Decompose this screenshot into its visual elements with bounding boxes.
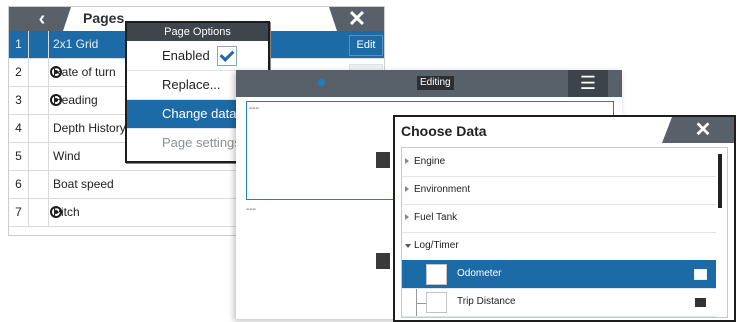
close-icon[interactable]: ✕ (662, 117, 734, 143)
checkmark-checkbox[interactable] (217, 46, 237, 66)
scrollbar[interactable] (718, 154, 722, 208)
page-row-icon-cell (28, 143, 49, 170)
page-row-number: 1 (9, 31, 29, 58)
page-row-icon-cell (28, 171, 49, 198)
tree-item-engine[interactable]: Engine (402, 148, 716, 177)
menu-item-label: Replace... (162, 77, 221, 92)
expand-arrow-icon[interactable] (405, 158, 409, 164)
tree-item-log-timer[interactable]: Log/Timer (402, 232, 716, 261)
tree-item-trip-distance[interactable]: Trip Distance (402, 288, 716, 317)
page-row-number: 5 (9, 143, 29, 170)
choose-data-dialog: Choose Data ✕ Engine Environment Fuel Ta… (393, 115, 736, 322)
tree-item-label: Odometer (457, 268, 502, 279)
data-field-2-value: --- (246, 204, 256, 215)
editing-title: Editing (417, 76, 454, 90)
page-row-label: Depth History (53, 121, 126, 135)
field-handle[interactable] (376, 253, 390, 269)
tree-item-label: Log/Timer (414, 240, 459, 251)
item-options-icon[interactable] (694, 269, 707, 280)
page-row-number: 7 (9, 199, 29, 226)
page-row-label: Pitch (53, 205, 80, 219)
page-row-label: Boat speed (53, 177, 114, 191)
editing-header: Editing ☰ (236, 70, 622, 97)
menu-item-label: Change data... (162, 106, 248, 121)
tree-item-fuel-tank[interactable]: Fuel Tank (402, 204, 716, 233)
pages-title: Pages (83, 10, 125, 26)
page-row-icon-cell (28, 59, 62, 86)
page-row-icon-cell (28, 199, 62, 226)
data-tree-list[interactable]: Engine Environment Fuel Tank Log/Timer O… (401, 147, 728, 318)
page-row-label: Wind (53, 149, 81, 163)
choose-data-title: Choose Data (401, 123, 487, 139)
page-row-icon-cell (28, 115, 49, 142)
menu-item-label: Enabled (162, 48, 210, 63)
page-row-icon-cell (28, 87, 62, 114)
item-preview-box (426, 292, 447, 313)
tree-item-environment[interactable]: Environment (402, 176, 716, 205)
page-row-number: 3 (9, 87, 29, 114)
page-row-number: 2 (9, 59, 29, 86)
tree-item-label: Trip Distance (457, 296, 516, 307)
tree-item-label: Engine (414, 156, 446, 167)
choose-data-header: Choose Data ✕ (395, 117, 734, 145)
tree-item-label: Fuel Tank (414, 212, 458, 223)
edit-button[interactable]: Edit (349, 35, 383, 56)
menu-item-enabled[interactable]: Enabled (127, 42, 268, 71)
item-preview-box (426, 264, 447, 285)
expand-arrow-icon[interactable] (405, 186, 409, 192)
page-row-label: Heading (53, 93, 98, 107)
close-icon[interactable]: ✕ (344, 7, 370, 31)
tree-item-label: Environment (414, 184, 471, 195)
field-handle[interactable] (376, 152, 390, 168)
page-options-title: Page Options (127, 23, 268, 41)
chevron-left-icon[interactable]: ‹ (31, 7, 53, 31)
tree-item-odometer[interactable]: Odometer (402, 260, 716, 289)
expand-arrow-icon[interactable] (405, 214, 409, 220)
item-options-icon[interactable] (694, 297, 707, 308)
page-row-label: Rate of turn (53, 65, 116, 79)
hamburger-menu-icon[interactable]: ☰ (568, 70, 608, 97)
page-row-icon-cell (28, 31, 49, 58)
page-row-label: 2x1 Grid (53, 37, 99, 51)
page-row-number: 6 (9, 171, 29, 198)
collapse-arrow-icon[interactable] (405, 244, 411, 248)
page-row-number: 4 (9, 115, 29, 142)
data-field-1-value: --- (249, 103, 259, 114)
page-indicator-dot (318, 79, 325, 86)
